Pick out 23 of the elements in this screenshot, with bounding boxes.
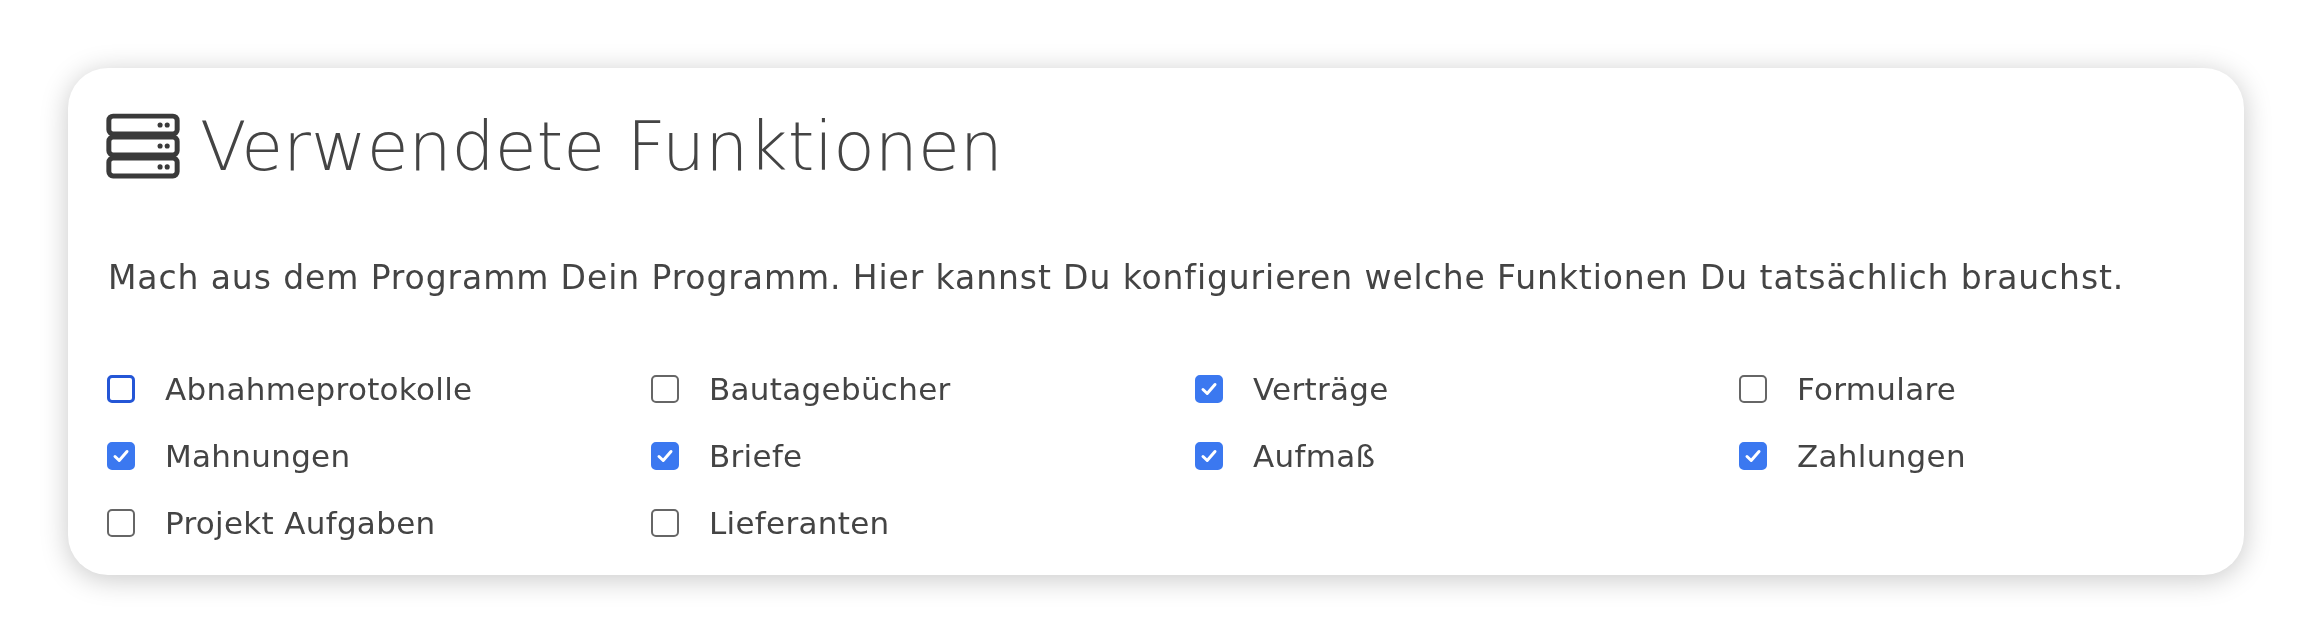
checkbox[interactable]	[1739, 375, 1767, 403]
feature-checkbox[interactable]: Briefe	[650, 432, 803, 480]
feature-checkbox[interactable]: Formulare	[1738, 365, 1957, 413]
feature-checkbox[interactable]: Projekt Aufgaben	[106, 499, 436, 547]
feature-checkbox[interactable]: Lieferanten	[650, 499, 890, 547]
description-text: Mach aus dem Programm Dein Programm. Hier kannst Du konfigurieren welche Funktionen Du tatsächlich brauchst.	[108, 258, 2126, 297]
checkbox[interactable]	[107, 509, 135, 537]
checkbox[interactable]	[651, 442, 679, 470]
checkbox[interactable]	[107, 442, 135, 470]
feature-checkbox[interactable]: Mahnungen	[106, 432, 351, 480]
feature-checkbox[interactable]: Zahlungen	[1738, 432, 1966, 480]
card-title: Verwendete Funktionen	[200, 106, 1003, 186]
checkbox[interactable]	[651, 375, 679, 403]
checkbox[interactable]	[1739, 442, 1767, 470]
checkbox[interactable]	[1195, 375, 1223, 403]
feature-checkbox[interactable]: Bautagebücher	[650, 365, 951, 413]
checkbox[interactable]	[107, 375, 135, 403]
feature-checkbox[interactable]: Abnahmeprotokolle	[106, 365, 473, 413]
feature-checkbox[interactable]: Aufmaß	[1194, 432, 1376, 480]
checkbox[interactable]	[1195, 442, 1223, 470]
feature-checkbox[interactable]: Verträge	[1194, 365, 1389, 413]
checkbox[interactable]	[651, 509, 679, 537]
server-icon	[106, 113, 180, 179]
